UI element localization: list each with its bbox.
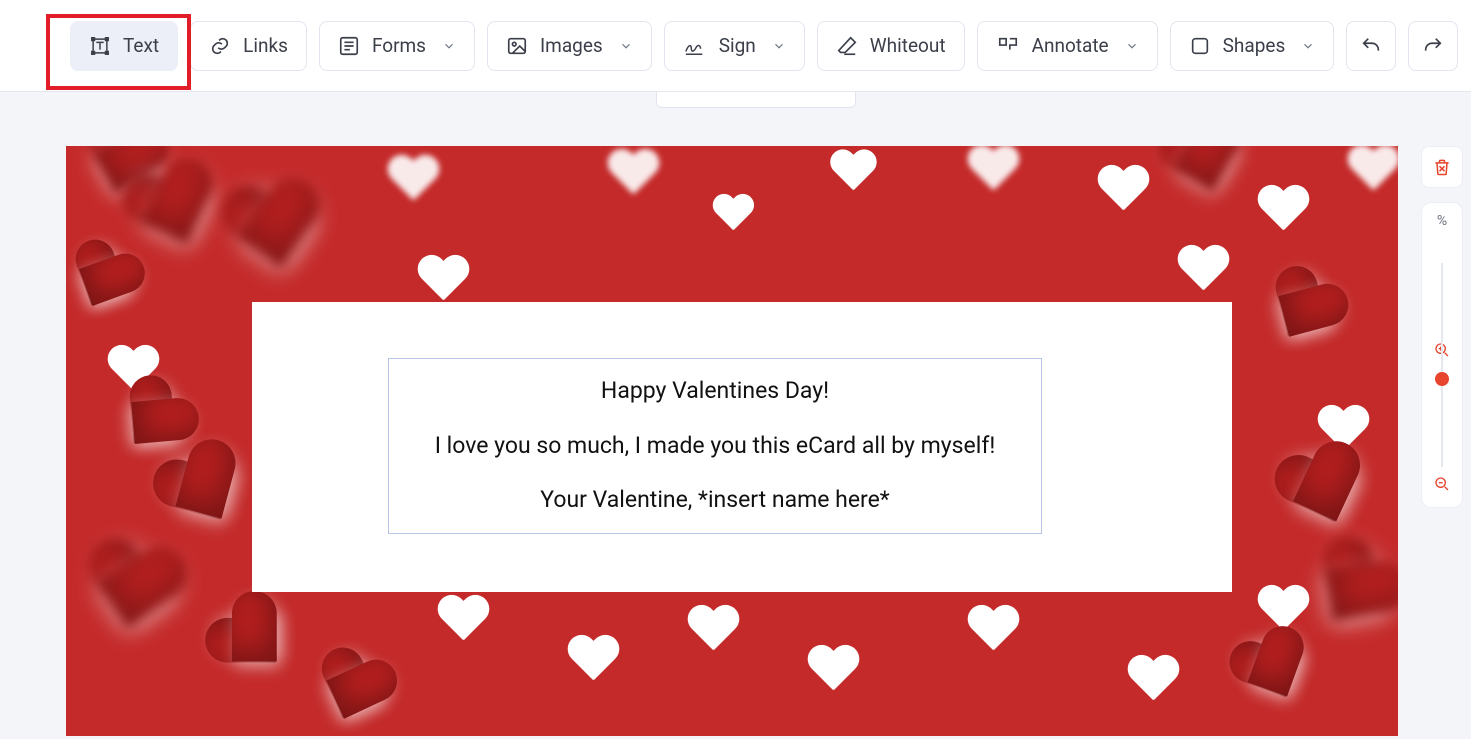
heart-decoration [606, 150, 660, 198]
zoom-percent-label: % [1437, 213, 1447, 229]
images-tool-button[interactable]: Images [487, 21, 652, 71]
undo-button[interactable] [1346, 21, 1396, 71]
chevron-down-icon [772, 39, 786, 53]
heart-decoration [215, 176, 332, 284]
forms-tool-label: Forms [372, 34, 426, 57]
heart-decoration [806, 646, 860, 694]
toolbar-right-group [1346, 21, 1471, 71]
card-line-1: Happy Valentines Day! [601, 374, 829, 409]
document-canvas[interactable]: Happy Valentines Day! I love you so much… [66, 146, 1398, 736]
heart-decoration [303, 642, 404, 736]
text-icon [89, 35, 111, 57]
text-tool-label: Text [123, 34, 159, 57]
dropdown-remnant [656, 92, 856, 108]
sign-icon [683, 35, 707, 57]
heart-decoration [566, 636, 620, 684]
whiteout-tool-label: Whiteout [870, 34, 946, 57]
shapes-tool-button[interactable]: Shapes [1170, 21, 1335, 71]
heart-decoration [711, 195, 754, 233]
text-edit-box[interactable]: Happy Valentines Day! I love you so much… [388, 358, 1042, 534]
shapes-icon [1189, 35, 1211, 57]
annotate-tool-label: Annotate [1032, 34, 1109, 57]
links-tool-button[interactable]: Links [190, 21, 307, 71]
heart-decoration [829, 150, 878, 193]
card-panel: Happy Valentines Day! I love you so much… [252, 302, 1232, 592]
links-tool-label: Links [243, 34, 288, 57]
heart-decoration [1288, 527, 1398, 654]
heart-decoration [1256, 186, 1310, 234]
heart-decoration [1151, 146, 1254, 208]
heart-decoration [1096, 166, 1150, 214]
image-icon [506, 35, 528, 57]
zoom-thumb[interactable] [1435, 372, 1449, 386]
heart-decoration [195, 582, 310, 697]
heart-decoration [416, 256, 470, 304]
chevron-down-icon [1125, 39, 1139, 53]
sign-tool-label: Sign [719, 34, 756, 57]
heart-decoration [1126, 656, 1180, 704]
eraser-icon [836, 35, 858, 57]
annotate-tool-button[interactable]: Annotate [977, 21, 1158, 71]
card-line-3: Your Valentine, *insert name here* [540, 483, 889, 518]
text-tool-button[interactable]: Text [70, 21, 178, 71]
heart-decoration [1346, 146, 1398, 194]
whiteout-tool-button[interactable]: Whiteout [817, 21, 965, 71]
chevron-down-icon [619, 39, 633, 53]
chevron-down-icon [442, 39, 456, 53]
heart-decoration [1221, 620, 1325, 719]
zoom-out-icon[interactable] [1434, 476, 1450, 497]
heart-decoration [75, 536, 192, 644]
heart-decoration [686, 606, 740, 654]
delete-page-button[interactable] [1421, 146, 1463, 188]
zoom-track-line [1441, 263, 1443, 467]
images-tool-label: Images [540, 34, 603, 57]
heart-decoration [1250, 259, 1356, 362]
card-line-2: I love you so much, I made you this eCar… [435, 429, 996, 464]
heart-decoration [966, 606, 1020, 654]
shapes-tool-label: Shapes [1223, 34, 1286, 57]
forms-tool-button[interactable]: Forms [319, 21, 475, 71]
heart-decoration [436, 596, 490, 644]
sign-tool-button[interactable]: Sign [664, 21, 805, 71]
forms-icon [338, 35, 360, 57]
zoom-slider[interactable]: % [1421, 202, 1463, 508]
heart-decoration [386, 156, 440, 204]
heart-decoration [1176, 246, 1230, 294]
editor-toolbar: Text Links Forms [0, 0, 1471, 92]
heart-decoration [966, 146, 1020, 194]
redo-button[interactable] [1408, 21, 1458, 71]
right-side-controls: % [1421, 146, 1463, 508]
link-icon [209, 35, 231, 57]
chevron-down-icon [1301, 39, 1315, 53]
annotate-icon [996, 35, 1020, 57]
